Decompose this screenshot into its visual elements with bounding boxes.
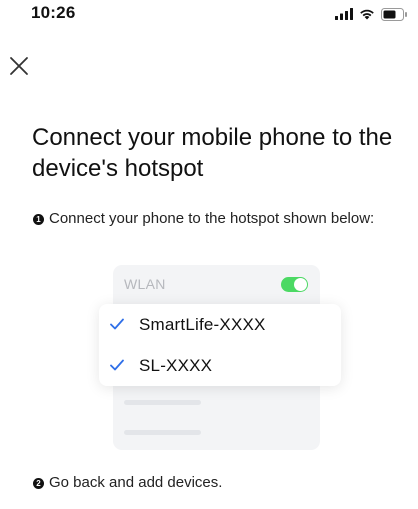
network-name: SmartLife-XXXX: [139, 315, 266, 334]
placeholder-line: [124, 430, 201, 435]
battery-icon: [381, 7, 407, 21]
checkmark-icon: [110, 318, 124, 330]
status-icons: [335, 6, 408, 22]
close-button[interactable]: [8, 55, 30, 77]
step-number-badge: 1: [33, 214, 44, 225]
network-item-smartlife: SmartLife-XXXX: [99, 304, 341, 345]
step-2: 2 Go back and add devices.: [33, 473, 403, 492]
close-icon: [10, 57, 28, 75]
status-bar: 10:26: [0, 0, 418, 30]
step-1-text: Connect your phone to the hotspot shown …: [49, 210, 375, 227]
cellular-signal-icon: [335, 8, 353, 20]
wlan-label: WLAN: [124, 276, 166, 292]
wlan-toggle: [281, 277, 308, 292]
network-list-card: SmartLife-XXXX SL-XXXX: [99, 304, 341, 386]
network-item-sl: SL-XXXX: [99, 345, 341, 386]
network-name: SL-XXXX: [139, 356, 213, 375]
step-1: 1 Connect your phone to the hotspot shown…: [33, 209, 403, 228]
page-title: Connect your mobile phone to the device'…: [32, 124, 393, 182]
placeholder-line: [124, 400, 201, 405]
step-2-text: Go back and add devices.: [49, 474, 223, 491]
wlan-toggle-knob: [294, 278, 307, 291]
wifi-icon: [360, 9, 374, 20]
step-number-badge: 2: [33, 478, 44, 489]
status-time: 10:26: [31, 3, 76, 22]
checkmark-icon: [110, 359, 124, 371]
